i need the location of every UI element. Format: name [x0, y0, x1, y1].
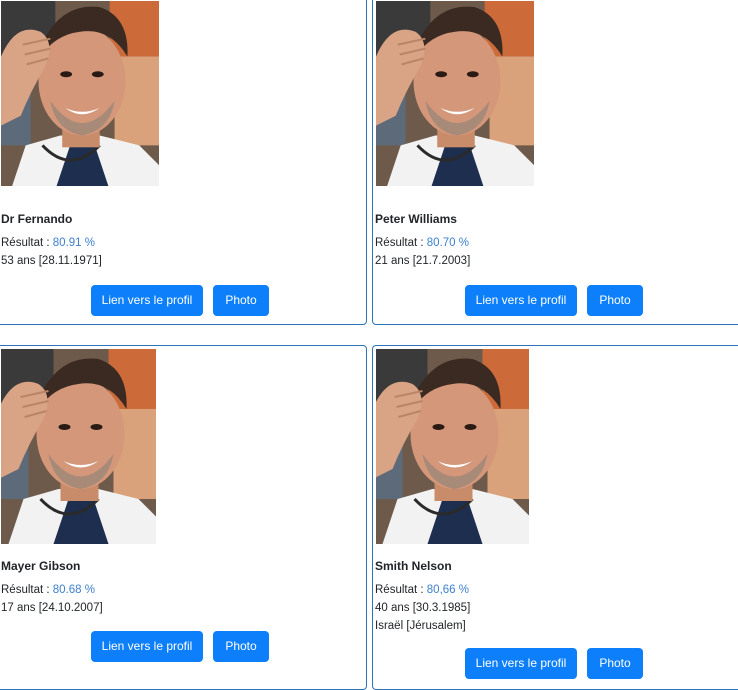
photo-button[interactable]: Photo	[213, 285, 269, 316]
result-card: Smith Nelson Résultat : 80,66 % 40 ans […	[372, 345, 738, 690]
result-score-label: Résultat :	[375, 237, 427, 249]
profile-photo	[1, 1, 159, 186]
result-card: Peter Williams Résultat : 80.70 % 21 ans…	[372, 0, 738, 325]
photo-button[interactable]: Photo	[213, 631, 269, 662]
result-score: Résultat : 80,66 %	[375, 584, 469, 596]
result-name: Peter Williams	[375, 212, 457, 226]
result-score-label: Résultat :	[375, 584, 427, 596]
result-score-value: 80.70 %	[426, 237, 469, 249]
result-name: Mayer Gibson	[1, 559, 81, 573]
result-name: Smith Nelson	[375, 559, 452, 573]
result-card: Dr Fernando Résultat : 80.91 % 53 ans [2…	[0, 0, 367, 325]
photo-button[interactable]: Photo	[587, 285, 643, 316]
profile-link-button[interactable]: Lien vers le profil	[465, 648, 577, 679]
photo-button[interactable]: Photo	[587, 648, 643, 679]
result-score: Résultat : 80.91 %	[1, 237, 95, 249]
result-score-value: 80.68 %	[52, 584, 95, 596]
profile-photo	[376, 1, 534, 186]
result-score-label: Résultat :	[1, 237, 53, 249]
result-card: Mayer Gibson Résultat : 80.68 % 17 ans […	[0, 345, 367, 690]
result-score-label: Résultat :	[1, 584, 53, 596]
profile-link-button[interactable]: Lien vers le profil	[91, 631, 203, 662]
result-age: 21 ans [21.7.2003]	[375, 255, 471, 267]
profile-photo	[1, 349, 156, 544]
result-age: 40 ans [30.3.1985]	[375, 602, 471, 614]
result-score: Résultat : 80.70 %	[375, 237, 469, 249]
result-score: Résultat : 80.68 %	[1, 584, 95, 596]
result-score-value: 80.91 %	[52, 237, 95, 249]
profile-link-button[interactable]: Lien vers le profil	[91, 285, 203, 316]
result-name: Dr Fernando	[1, 212, 73, 226]
result-age: 17 ans [24.10.2007]	[1, 602, 103, 614]
profile-photo	[376, 349, 529, 544]
result-score-value: 80,66 %	[426, 584, 469, 596]
result-location: Israël [Jérusalem]	[375, 620, 466, 632]
profile-link-button[interactable]: Lien vers le profil	[465, 285, 577, 316]
result-age: 53 ans [28.11.1971]	[1, 255, 102, 267]
